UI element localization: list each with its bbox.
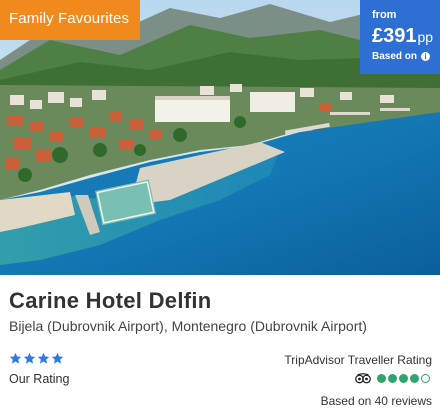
rating-bubble-filled (377, 374, 386, 383)
star-icon (9, 352, 22, 364)
tripadvisor-rating[interactable] (355, 373, 430, 384)
tripadvisor-rating-title: TripAdvisor Traveller Rating (284, 353, 432, 367)
star-icon (37, 352, 50, 364)
price-amount: £391 (372, 25, 417, 47)
tripadvisor-owl-icon (355, 373, 371, 384)
price-box[interactable]: from £391 pp Based on i (360, 0, 440, 74)
star-icon (23, 352, 36, 364)
rating-bubble-filled (399, 374, 408, 383)
hotel-name[interactable]: Carine Hotel Delfin (9, 288, 212, 314)
price-from-label: from (372, 9, 397, 21)
family-favourites-badge: Family Favourites (0, 0, 141, 40)
rating-bubble-filled (388, 374, 397, 383)
hotel-location: Bijela (Dubrovnik Airport), Montenegro (… (9, 318, 367, 334)
star-icon (51, 352, 64, 364)
hotel-card[interactable]: Family Favourites from £391 pp Based on … (0, 0, 440, 413)
our-rating-stars (9, 352, 65, 365)
price-line: £391 pp (372, 23, 440, 50)
rating-bubble-filled (410, 374, 419, 383)
info-icon[interactable]: i (421, 52, 431, 61)
rating-bubble-empty (421, 374, 430, 383)
review-count[interactable]: Based on 40 reviews (321, 394, 432, 408)
price-basis[interactable]: Based on i (372, 51, 440, 62)
price-basis-label: Based on (372, 51, 418, 62)
our-rating-label: Our Rating (9, 372, 70, 386)
price-unit: pp (417, 29, 434, 45)
